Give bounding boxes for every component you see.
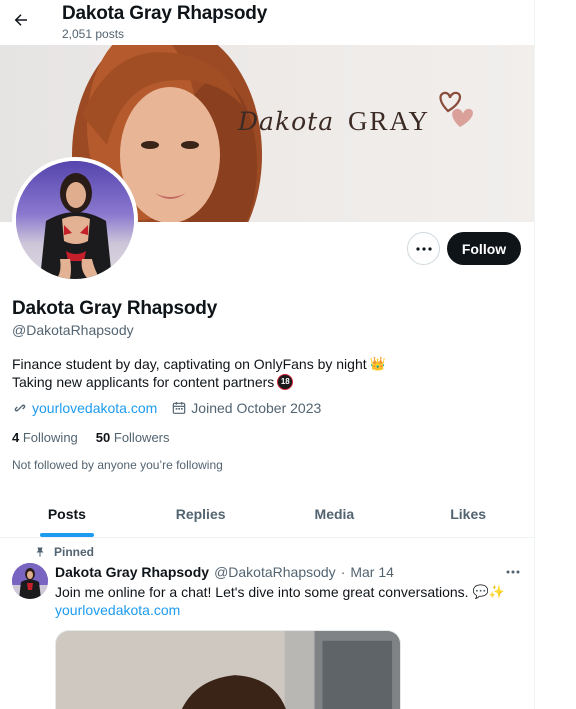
post-author-avatar[interactable] (12, 563, 48, 599)
tab-posts[interactable]: Posts (0, 490, 134, 537)
back-button[interactable] (6, 5, 36, 35)
hearts-icon (439, 91, 473, 127)
post-separator: · (340, 564, 346, 580)
post-more-button[interactable] (503, 562, 523, 582)
joined-date: Joined October 2023 (191, 400, 322, 416)
avatar-image (16, 161, 134, 279)
post-text-body: Join me online for a chat! Let's dive in… (55, 584, 469, 600)
bio-line-1: Finance student by day, captivating on O… (12, 355, 386, 373)
post-author-name[interactable]: Dakota Gray Rhapsody (55, 564, 209, 580)
more-options-button[interactable] (407, 232, 440, 265)
profile-column: Dakota Gray Rhapsody 2,051 posts Dakota … (0, 0, 535, 709)
follow-stats: 4 Following 50 Followers (12, 430, 170, 445)
following-label: Following (22, 430, 78, 445)
bio-line-2: Taking new applicants for content partne… (12, 373, 386, 391)
arrow-left-icon (14, 14, 27, 26)
not-followed-note: Not followed by anyone you’re following (12, 458, 223, 472)
website-link[interactable]: yourlovedakota.com (32, 400, 157, 416)
post-count: 2,051 posts (62, 27, 125, 41)
more-dots-icon (506, 570, 520, 574)
calendar-icon (173, 402, 186, 414)
following-count: 4 (12, 430, 20, 445)
following-link[interactable]: 4 Following (12, 430, 78, 445)
bio-line-1-text: Finance student by day, captivating on O… (12, 356, 367, 372)
speech-sparkle-icon: 💬✨ (472, 584, 505, 599)
profile-handle: @DakotaRhapsody (12, 322, 134, 338)
post-header: Dakota Gray Rhapsody @DakotaRhapsody · M… (55, 564, 394, 580)
profile-tabs: Posts Replies Media Likes (0, 490, 534, 538)
post-media-image[interactable] (55, 630, 401, 709)
pinned-indicator: Pinned (34, 545, 94, 559)
bio-line-2-text: Taking new applicants for content partne… (12, 374, 275, 390)
profile-meta: yourlovedakota.com Joined October 2023 (12, 400, 321, 416)
more-dots-icon (415, 246, 432, 251)
tab-media[interactable]: Media (268, 490, 402, 537)
crown-icon: 👑 (369, 356, 386, 371)
post-author-handle[interactable]: @DakotaRhapsody (214, 564, 336, 580)
profile-bio: Finance student by day, captivating on O… (12, 355, 386, 391)
header-title: Dakota Gray Rhapsody (62, 3, 268, 24)
followers-link[interactable]: 50 Followers (96, 430, 170, 445)
link-icon (14, 404, 26, 412)
followers-count: 50 (95, 430, 111, 445)
post-date[interactable]: Mar 14 (350, 564, 394, 580)
post-link[interactable]: yourlovedakota.com (55, 602, 180, 618)
profile-avatar[interactable] (12, 157, 138, 283)
tab-replies[interactable]: Replies (134, 490, 268, 537)
adults-only-icon: 18 (277, 374, 294, 390)
pinned-label: Pinned (54, 545, 95, 559)
tab-likes[interactable]: Likes (401, 490, 534, 537)
followers-label: Followers (113, 430, 170, 445)
profile-name: Dakota Gray Rhapsody (12, 298, 218, 319)
post-text: Join me online for a chat! Let's dive in… (55, 584, 505, 600)
top-bar: Dakota Gray Rhapsody 2,051 posts (0, 0, 534, 45)
banner-script-text: Dakota (238, 107, 335, 136)
follow-button[interactable]: Follow (447, 232, 521, 265)
pin-icon (36, 547, 44, 557)
banner-block-text: GRAY (348, 106, 431, 136)
